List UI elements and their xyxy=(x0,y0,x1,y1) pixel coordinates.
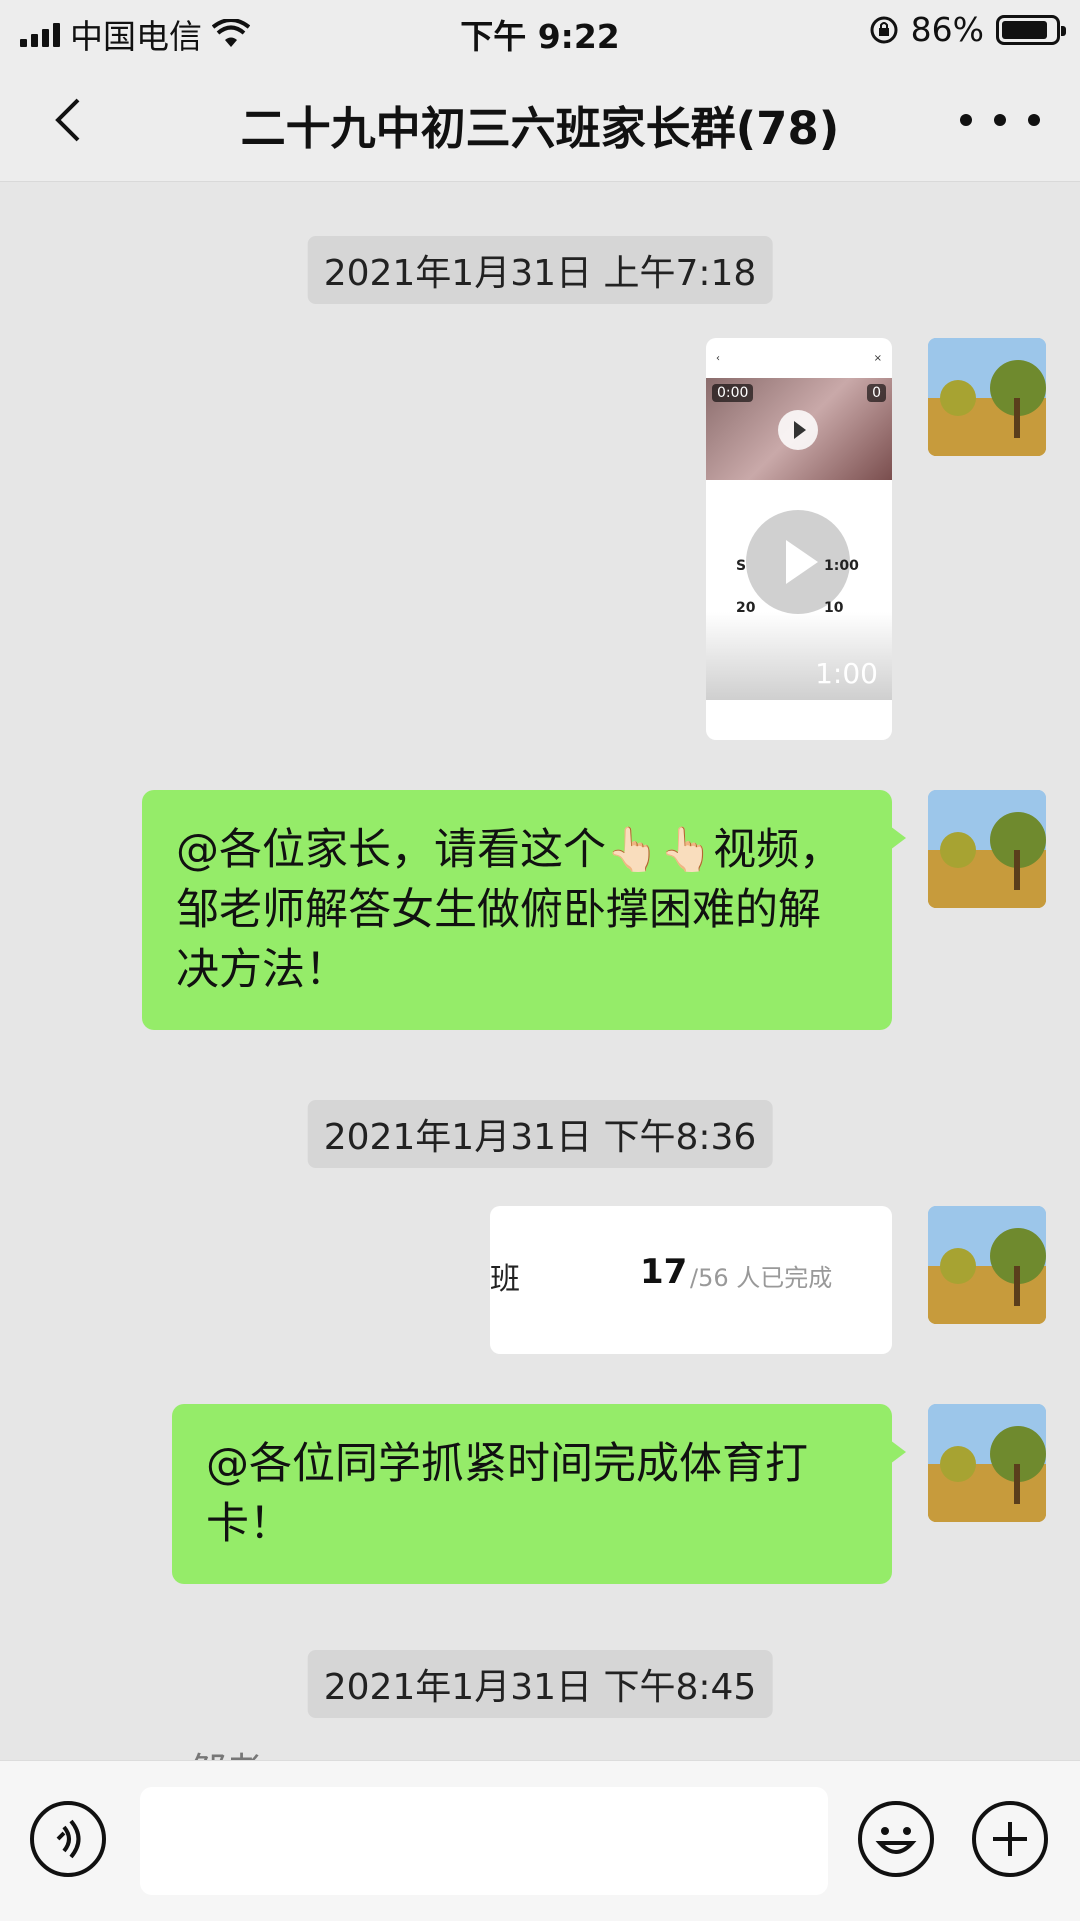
video-stat: 1:00 xyxy=(824,558,859,574)
chat-title: 二十九中初三六班家长群(78) xyxy=(240,102,840,155)
chat-area[interactable]: 2021年1月31日 上午7:18 ‹ × 0:00 0 S 1:00 20 1… xyxy=(0,182,1080,1760)
checkin-class: 班 xyxy=(490,1262,520,1297)
video-preview: 0:00 0 xyxy=(706,378,892,480)
rotation-lock-icon xyxy=(870,16,898,43)
message-input[interactable] xyxy=(140,1787,828,1895)
avatar[interactable] xyxy=(928,1206,1046,1324)
more-dot-icon xyxy=(1028,114,1040,126)
battery-percent: 86% xyxy=(910,10,984,49)
more-button[interactable] xyxy=(960,90,1040,150)
emoji-button[interactable] xyxy=(858,1801,934,1877)
timestamp: 2021年1月31日 下午8:36 xyxy=(307,1100,773,1168)
message-bubble[interactable]: @各位家长，请看这个👆🏻👆🏻视频，邹老师解答女生做俯卧撑困难的解决方法！ xyxy=(142,790,906,1030)
checkin-count: 17 xyxy=(640,1252,688,1292)
video-stat: 20 xyxy=(736,600,756,616)
message-bubble[interactable]: @各位同学抓紧时间完成体育打卡！ xyxy=(172,1404,906,1584)
input-bar xyxy=(0,1760,1080,1921)
video-stat: S xyxy=(736,558,747,574)
play-icon xyxy=(778,410,818,450)
close-icon: × xyxy=(873,352,882,364)
checkin-total: /56 人已完成 xyxy=(690,1264,833,1292)
status-bar: 中国电信 下午 9:22 86% xyxy=(0,0,1080,60)
timestamp: 2021年1月31日 上午7:18 xyxy=(307,236,773,304)
avatar[interactable] xyxy=(928,1404,1046,1522)
nav-bar: 二十九中初三六班家长群(78) xyxy=(0,60,1080,182)
more-dot-icon xyxy=(994,114,1006,126)
battery-icon xyxy=(996,14,1066,45)
status-right: 86% xyxy=(869,10,1066,49)
voice-icon xyxy=(56,1819,81,1859)
voice-button[interactable] xyxy=(30,1801,106,1877)
avatar[interactable] xyxy=(928,338,1046,456)
timestamp: 2021年1月31日 下午8:45 xyxy=(307,1650,773,1718)
video-duration: 1:00 xyxy=(815,657,878,690)
partial-message: 邹老 xyxy=(190,1742,262,1760)
video-message[interactable]: ‹ × 0:00 0 S 1:00 20 10 1:00 xyxy=(706,338,892,740)
avatar[interactable] xyxy=(928,790,1046,908)
more-dot-icon xyxy=(960,114,972,126)
video-header: ‹ × xyxy=(706,338,892,378)
chevron-left-icon: ‹ xyxy=(716,352,720,364)
video-time-badge: 0:00 xyxy=(712,384,754,402)
plus-button[interactable] xyxy=(972,1801,1048,1877)
video-stat: 10 xyxy=(824,600,844,616)
smile-icon xyxy=(875,1827,917,1854)
checkin-card[interactable]: 班 17 /56 人已完成 xyxy=(490,1206,892,1354)
video-body: S 1:00 20 10 1:00 xyxy=(706,480,892,700)
video-count-badge: 0 xyxy=(867,384,886,402)
